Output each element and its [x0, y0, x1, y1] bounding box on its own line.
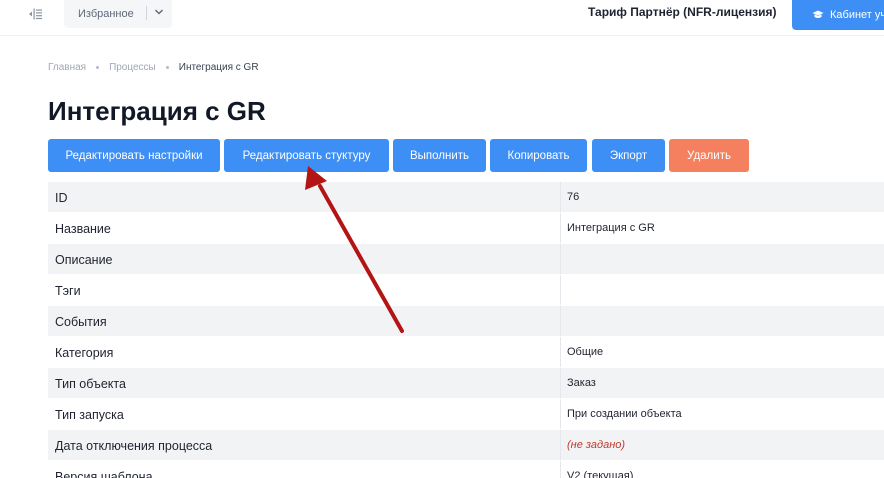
column-divider [560, 399, 561, 429]
detail-key: Название [55, 222, 111, 236]
copy-button[interactable]: Копировать [490, 139, 587, 172]
breadcrumb-link-processes[interactable]: Процессы [109, 62, 156, 73]
column-divider [560, 337, 561, 367]
detail-row-name: Название Интеграция с GR [48, 213, 884, 244]
detail-key: ID [55, 191, 68, 205]
favorites-dropdown[interactable]: Избранное [64, 0, 172, 28]
breadcrumb-separator [96, 66, 100, 69]
topbar: Избранное Тариф Партнёр (NFR-лицензия) К… [0, 0, 884, 36]
detail-row-description: Описание [48, 244, 884, 275]
graduation-cap-icon [812, 10, 824, 18]
detail-row-template-version: Версия шаблона V2 (текущая) [48, 461, 884, 478]
column-divider [560, 306, 561, 336]
detail-value: При создании объекта [567, 408, 682, 420]
tariff-label: Тариф Партнёр (NFR-лицензия) [588, 5, 777, 19]
run-button[interactable]: Выполнить [393, 139, 486, 172]
favorites-divider [146, 6, 147, 20]
column-divider [560, 244, 561, 274]
column-divider [560, 430, 561, 460]
detail-key: События [55, 315, 107, 329]
chevron-down-icon [155, 9, 163, 15]
edit-settings-button[interactable]: Редактировать настройки [48, 139, 220, 172]
detail-key: Версия шаблона [55, 470, 153, 478]
detail-key: Описание [55, 253, 113, 267]
breadcrumb-separator [165, 66, 169, 69]
cabinet-label: Кабинет уч [830, 9, 884, 21]
breadcrumb-link-home[interactable]: Главная [48, 62, 86, 73]
detail-row-events: События [48, 306, 884, 337]
detail-row-id: ID 76 [48, 182, 884, 213]
column-divider [560, 368, 561, 398]
detail-value: V2 (текущая) [567, 470, 634, 478]
export-button[interactable]: Экпорт [592, 139, 665, 172]
edit-structure-button[interactable]: Редактировать стуктуру [224, 139, 389, 172]
column-divider [560, 461, 561, 478]
breadcrumb-current: Интеграция с GR [178, 62, 259, 73]
detail-value: 76 [567, 191, 580, 203]
detail-key: Дата отключения процесса [55, 439, 213, 453]
delete-button[interactable]: Удалить [669, 139, 749, 172]
detail-key: Тип запуска [55, 408, 124, 422]
cabinet-button[interactable]: Кабинет уч [792, 0, 884, 30]
detail-value: Заказ [567, 377, 596, 389]
column-divider [560, 182, 561, 212]
detail-row-disable-date: Дата отключения процесса (не задано) [48, 430, 884, 461]
detail-key: Тэги [55, 284, 81, 298]
favorites-label: Избранное [78, 8, 134, 20]
column-divider [560, 275, 561, 305]
details-table: ID 76 Название Интеграция с GR Описание … [48, 182, 884, 478]
detail-value: Общие [567, 346, 604, 358]
sidebar-toggle-button[interactable] [18, 0, 52, 28]
breadcrumb: Главная Процессы Интеграция с GR [48, 62, 259, 73]
page-title: Интеграция с GR [48, 96, 266, 126]
detail-row-tags: Тэги [48, 275, 884, 306]
detail-value-not-set: (не задано) [567, 439, 626, 451]
detail-key: Категория [55, 346, 114, 360]
detail-value: Интеграция с GR [567, 222, 655, 234]
detail-row-launch-type: Тип запуска При создании объекта [48, 399, 884, 430]
detail-row-object-type: Тип объекта Заказ [48, 368, 884, 399]
sidebar-expand-icon [29, 8, 42, 20]
column-divider [560, 213, 561, 243]
detail-key: Тип объекта [55, 377, 126, 391]
detail-row-category: Категория Общие [48, 337, 884, 368]
